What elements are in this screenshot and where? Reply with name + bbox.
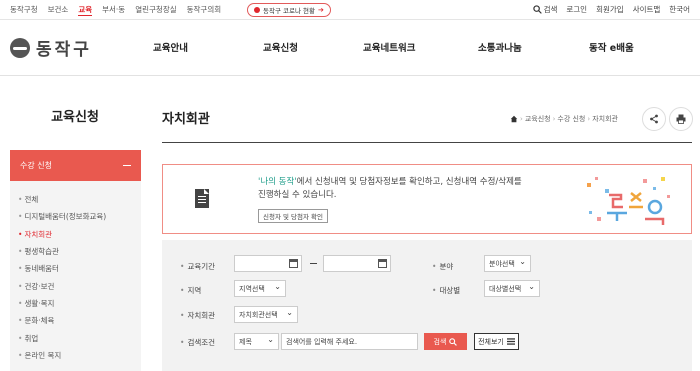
sitemap-link[interactable]: 사이트맵 bbox=[633, 4, 661, 15]
site-link-gu-office[interactable]: 동작구청 bbox=[10, 4, 38, 16]
nav-dongjak-elearning[interactable]: 동작 e배움 bbox=[589, 40, 634, 54]
field-select[interactable]: 분야선택 bbox=[484, 255, 531, 272]
notice-text-line2: 진행하실 수 있습니다. bbox=[258, 190, 337, 200]
search-toggle[interactable]: 검색 bbox=[532, 4, 558, 15]
center-label: 자치회관 bbox=[180, 310, 215, 321]
share-icon bbox=[650, 114, 658, 124]
lnb-submenu: 전체 디지털배움터(정보화교육) 자치회관 평생학습관 동네배움터 건강·보건 … bbox=[10, 181, 141, 371]
breadcrumb-item[interactable]: 교육신청 bbox=[525, 114, 551, 124]
logo-text: 동작구 bbox=[36, 40, 92, 60]
view-all-button[interactable]: 전체보기 bbox=[474, 333, 519, 350]
logo-emblem-icon bbox=[10, 37, 30, 58]
lnb-item-digital[interactable]: 디지털배움터(정보화교육) bbox=[10, 208, 141, 225]
lnb-title: 교육신청 bbox=[51, 110, 99, 125]
region-select-value: 지역선택 bbox=[239, 284, 265, 293]
notice-text-main: 에서 신청내역 및 당첨자정보를 확인하고, 신청내역 수정/삭제를 bbox=[296, 177, 522, 187]
view-all-label: 전체보기 bbox=[478, 337, 504, 346]
search-button[interactable]: 검색 bbox=[424, 333, 467, 350]
minus-icon bbox=[123, 165, 131, 166]
search-toggle-label: 검색 bbox=[543, 5, 558, 14]
lnb-item-lifelong-learning[interactable]: 평생학습관 bbox=[10, 243, 141, 260]
chevron-right-icon: › bbox=[587, 115, 591, 123]
chevron-right-icon: › bbox=[552, 115, 556, 123]
utility-bar: 동작구청 보건소 교육 부서·동 열린구청장실 동작구의회 동작구 코로나 현황… bbox=[0, 0, 700, 20]
breadcrumb-item-current: 자치회관 bbox=[592, 115, 618, 123]
site-link-education[interactable]: 교육 bbox=[78, 4, 93, 16]
nav-education-info[interactable]: 교육안내 bbox=[153, 40, 263, 54]
document-icon bbox=[195, 189, 209, 208]
nav-communication[interactable]: 소통과나눔 bbox=[478, 40, 589, 54]
lnb-item-employment[interactable]: 취업 bbox=[10, 329, 141, 346]
center-select-value: 자치회관선택 bbox=[239, 310, 278, 319]
dongjak-learning-illustration bbox=[587, 177, 670, 225]
lnb-item-neighborhood[interactable]: 동네배움터 bbox=[10, 260, 141, 277]
target-select-value: 대상별선택 bbox=[489, 284, 522, 293]
site-link-council[interactable]: 동작구의회 bbox=[187, 4, 222, 16]
region-label: 지역 bbox=[180, 285, 201, 296]
print-icon bbox=[676, 114, 686, 124]
search-panel: 교육기간 분야 분야선택 지역 지역선택 대상별 대상별선택 자치회관 자치회관… bbox=[162, 240, 692, 371]
lnb-item-welfare[interactable]: 생활·복지 bbox=[10, 295, 141, 312]
chevron-right-icon: › bbox=[520, 115, 523, 123]
nav-education-apply[interactable]: 교육신청 bbox=[263, 40, 363, 54]
keyword-label: 검색조건 bbox=[180, 337, 215, 348]
home-icon[interactable] bbox=[510, 115, 518, 123]
corona-status-label: 동작구 코로나 현황 bbox=[263, 7, 315, 15]
check-winners-button[interactable]: 신청자 및 당첨자 확인 bbox=[258, 209, 329, 223]
lnb-item-health[interactable]: 건강·보건 bbox=[10, 277, 141, 294]
utility-links: 검색 로그인 회원가입 사이트맵 한국어 bbox=[532, 4, 690, 15]
page-title: 자치회관 bbox=[162, 112, 210, 127]
date-range-dash bbox=[310, 263, 317, 264]
site-link-health-center[interactable]: 보건소 bbox=[48, 4, 69, 16]
breadcrumb-item[interactable]: 수강 신청 bbox=[557, 114, 585, 124]
search-icon bbox=[532, 5, 542, 14]
keyword-type-select[interactable]: 제목 bbox=[234, 333, 279, 350]
list-icon bbox=[506, 338, 515, 345]
language-select[interactable]: 한국어 bbox=[669, 4, 690, 15]
site-links: 동작구청 보건소 교육 부서·동 열린구청장실 동작구의회 bbox=[10, 4, 221, 16]
calendar-icon[interactable] bbox=[289, 259, 298, 268]
corona-status-button[interactable]: 동작구 코로나 현황 ➔ bbox=[247, 3, 331, 17]
join-link[interactable]: 회원가입 bbox=[596, 4, 624, 15]
alert-icon bbox=[254, 7, 260, 13]
main-navigation: 교육안내 교육신청 교육네트워크 소통과나눔 동작 e배움 bbox=[153, 40, 634, 54]
keyword-type-value: 제목 bbox=[239, 337, 252, 346]
breadcrumb: › 교육신청 › 수강 신청 › 자치회관 bbox=[510, 114, 618, 124]
lnb-item-online[interactable]: 온라인 복지 bbox=[10, 347, 141, 364]
region-select[interactable]: 지역선택 bbox=[234, 280, 286, 297]
site-link-departments[interactable]: 부서·동 bbox=[102, 4, 125, 16]
notice-text: '나의 동작'에서 신청내역 및 당첨자정보를 확인하고, 신청내역 수정/삭제… bbox=[258, 176, 558, 202]
field-select-value: 분야선택 bbox=[489, 259, 515, 268]
notice-box: '나의 동작'에서 신청내역 및 당첨자정보를 확인하고, 신청내역 수정/삭제… bbox=[162, 164, 692, 234]
search-button-label: 검색 bbox=[433, 337, 447, 346]
target-select[interactable]: 대상별선택 bbox=[484, 280, 540, 297]
notice-highlight: '나의 동작' bbox=[258, 177, 297, 187]
lnb-section-label: 수강 신청 bbox=[20, 161, 52, 170]
center-select[interactable]: 자치회관선택 bbox=[234, 306, 298, 323]
share-button[interactable] bbox=[642, 107, 666, 131]
end-date-input[interactable] bbox=[323, 255, 391, 272]
field-label: 분야 bbox=[432, 261, 453, 272]
nav-education-network[interactable]: 교육네트워크 bbox=[363, 40, 478, 54]
site-header: 동작구 교육안내 교육신청 교육네트워크 소통과나눔 동작 e배움 bbox=[0, 21, 700, 76]
print-button[interactable] bbox=[669, 107, 693, 131]
keyword-input[interactable]: 검색어를 입력해 주세요. bbox=[281, 333, 418, 350]
lnb-item-culture[interactable]: 문화·체육 bbox=[10, 312, 141, 329]
title-divider bbox=[162, 142, 692, 143]
site-logo[interactable]: 동작구 bbox=[10, 35, 92, 60]
period-label: 교육기간 bbox=[180, 261, 215, 272]
start-date-input[interactable] bbox=[234, 255, 302, 272]
search-icon bbox=[449, 337, 458, 346]
calendar-icon[interactable] bbox=[378, 259, 387, 268]
login-link[interactable]: 로그인 bbox=[566, 4, 587, 15]
arrow-right-icon: ➔ bbox=[317, 6, 324, 14]
lnb-item-community-center[interactable]: 자치회관 bbox=[10, 226, 141, 243]
target-label: 대상별 bbox=[432, 285, 460, 296]
lnb-item-all[interactable]: 전체 bbox=[10, 191, 141, 208]
lnb-section-toggle[interactable]: 수강 신청 bbox=[10, 150, 141, 181]
site-link-mayor-office[interactable]: 열린구청장실 bbox=[135, 4, 176, 16]
